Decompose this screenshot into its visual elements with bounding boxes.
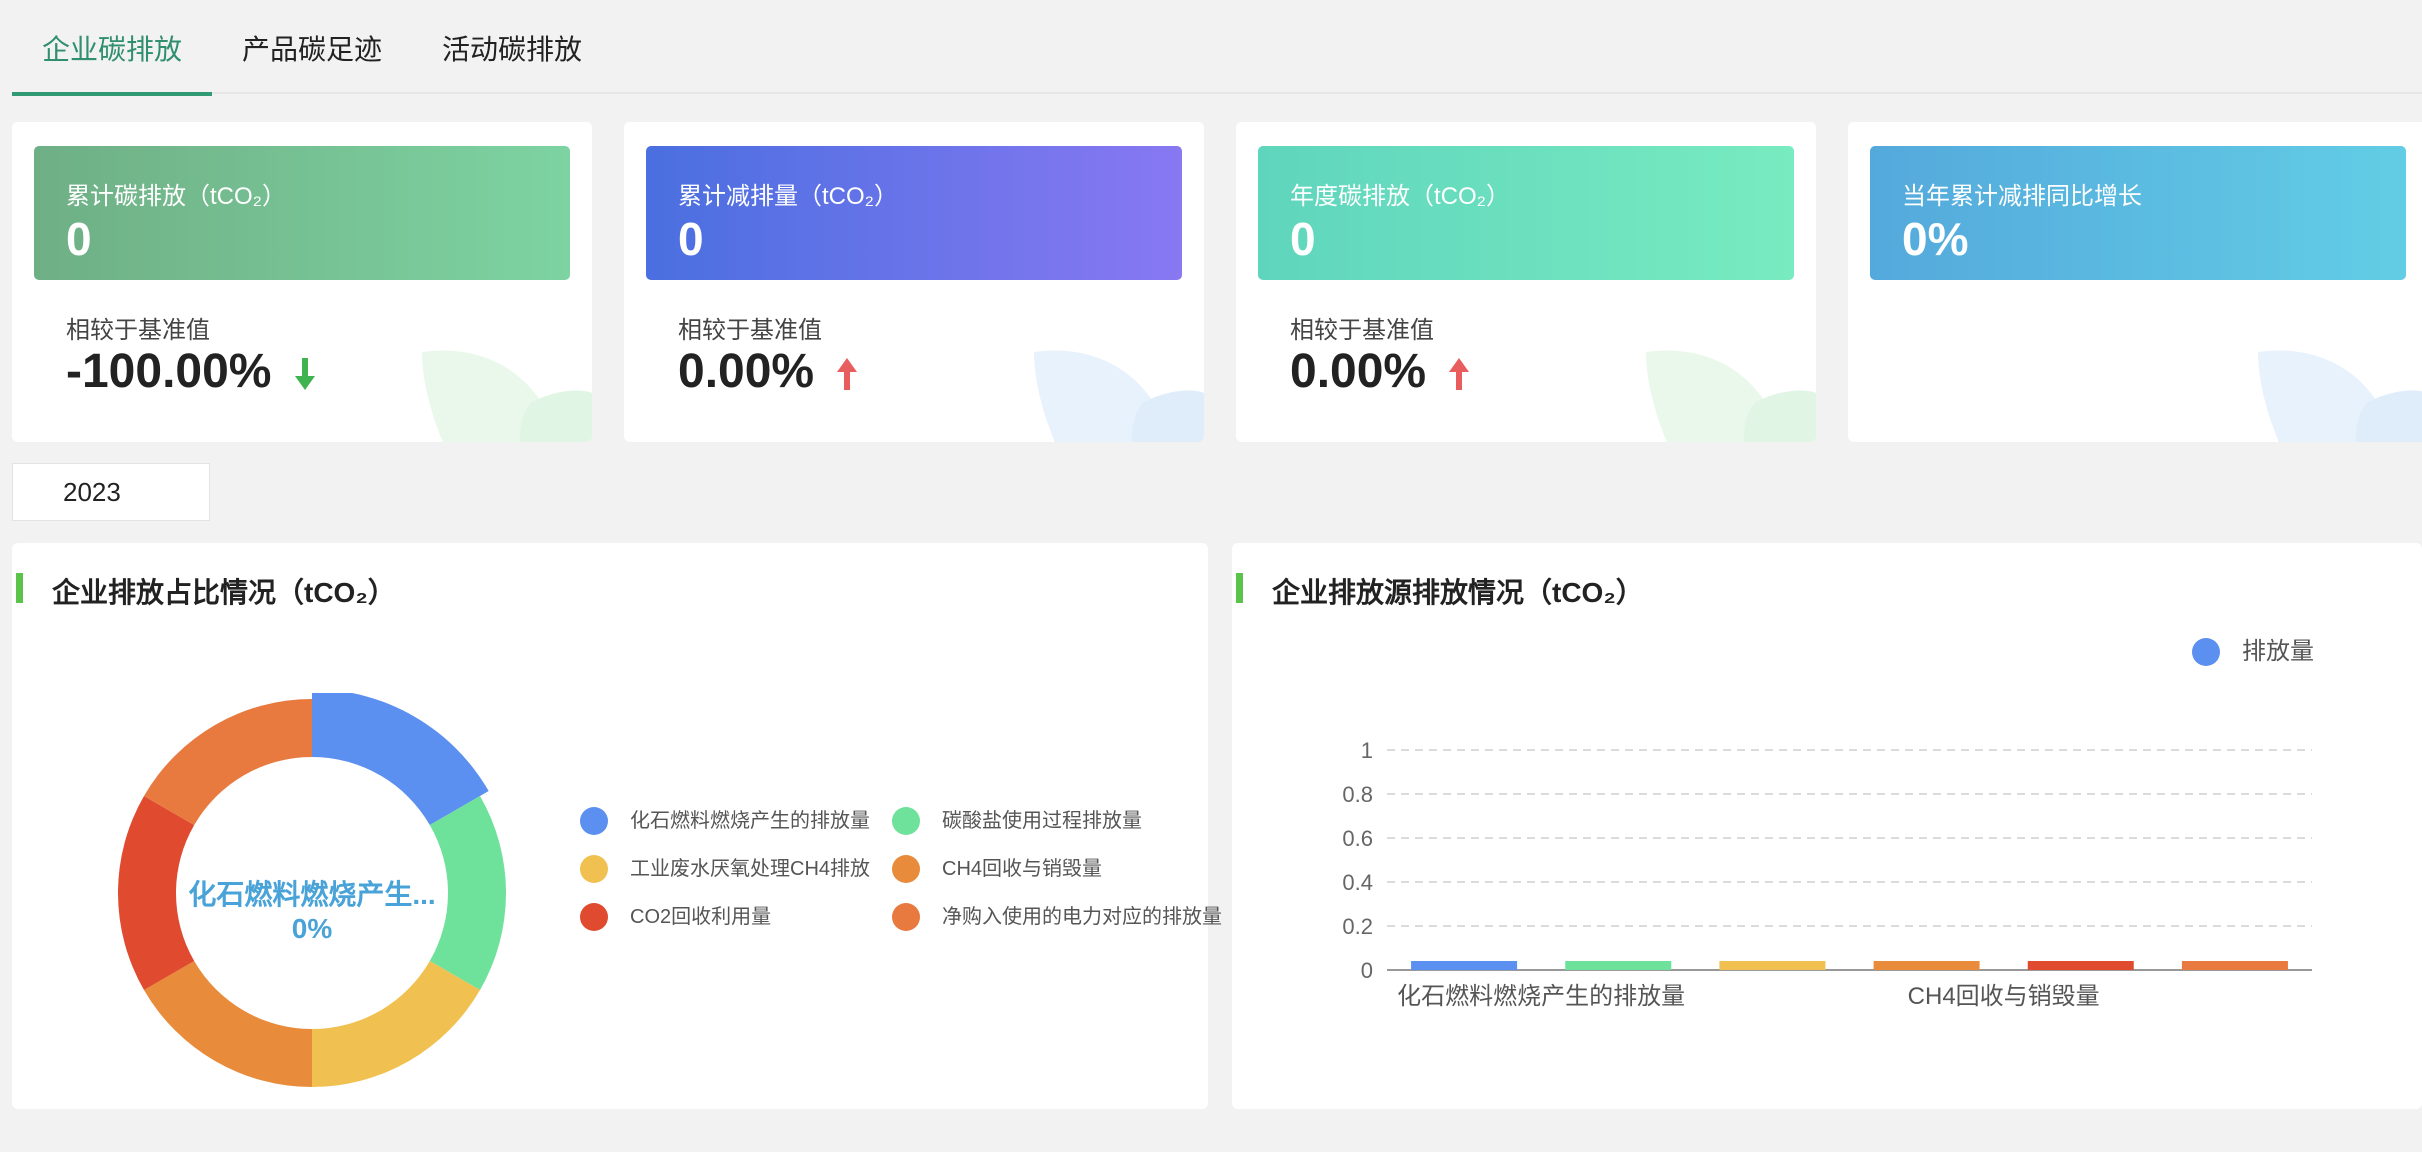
leaf-decoration-icon: [422, 350, 592, 442]
bar[interactable]: [1873, 961, 1980, 970]
bar[interactable]: [1411, 961, 1518, 970]
arrow-up-icon: [837, 358, 858, 391]
y-tick-label: 0: [1361, 958, 1373, 983]
kpi-card-header: 累计减排量（tCO₂） 0: [646, 146, 1182, 280]
bar-chart: 0 0.2 0.4 0.6 0.8 1 化石燃料燃烧产生的排放量 CH4回收与销毁量: [1342, 738, 2312, 1010]
kpi-card-cumulative-emission: 累计碳排放（tCO₂） 0 相较于基准值 -100.00%: [12, 122, 592, 442]
legend-dot-icon: [892, 855, 920, 883]
donut-legend-item[interactable]: CH4回收与销毁量: [892, 854, 1192, 884]
donut-legend-item[interactable]: CO2回收利用量: [580, 902, 880, 932]
kpi-percent: 0.00%: [1290, 345, 1427, 398]
donut-slice[interactable]: [312, 961, 481, 1087]
leaf-decoration-icon: [1646, 350, 1816, 442]
x-tick-label: 化石燃料燃烧产生的排放量: [1397, 983, 1685, 1010]
y-tick-label: 0.2: [1342, 914, 1373, 939]
donut-legend-item[interactable]: 碳酸盐使用过程排放量: [892, 806, 1192, 836]
legend-label: CO2回收利用量: [630, 906, 772, 928]
y-tick-label: 0.4: [1342, 870, 1373, 895]
legend-dot-icon: [580, 903, 608, 931]
x-tick-label: CH4回收与销毁量: [1908, 983, 2100, 1010]
donut-legend-item[interactable]: 工业废水厌氧处理CH4排放: [580, 854, 880, 884]
legend-dot-icon: [580, 807, 608, 835]
kpi-percent: -100.00%: [66, 345, 272, 398]
donut-center-value: 0%: [291, 913, 333, 944]
kpi-label: 累计碳排放（tCO₂）: [66, 183, 286, 210]
tab-enterprise-emission[interactable]: 企业碳排放: [12, 30, 213, 96]
kpi-sub-label: 相较于基准值: [66, 317, 210, 344]
legend-label: CH4回收与销毁量: [942, 858, 1103, 880]
emission-source-panel: 企业排放源排放情况（tCO₂） 排放量 0 0.2 0.4 0.6 0.8 1 化石燃料燃烧…: [1232, 543, 2422, 1109]
kpi-value: 0: [678, 213, 704, 265]
kpi-label: 累计减排量（tCO₂）: [678, 183, 898, 210]
emission-share-panel: 企业排放占比情况（tCO₂） 化石燃料燃烧产生... 0% 化石燃料燃烧产生的排…: [12, 543, 1222, 1109]
arrow-down-icon: [294, 358, 315, 391]
legend-label: 工业废水厌氧处理CH4排放: [630, 858, 871, 880]
legend-dot-icon: [892, 807, 920, 835]
bar[interactable]: [1719, 961, 1826, 970]
legend-label: 碳酸盐使用过程排放量: [942, 810, 1142, 832]
kpi-card-yoy-reduction-growth: 当年累计减排同比增长 0%: [1848, 122, 2422, 442]
donut-center-label: 化石燃料燃烧产生... 0%: [162, 873, 462, 945]
legend-dot-icon: [580, 855, 608, 883]
tab-bar: 企业碳排放 产品碳足迹 活动碳排放: [12, 0, 2422, 96]
donut-legend-item[interactable]: 化石燃料燃烧产生的排放量: [580, 806, 880, 836]
kpi-percent-row: 0.00%: [678, 344, 859, 399]
legend-label: 净购入使用的电力对应的排放量: [942, 906, 1222, 928]
leaf-decoration-icon: [1034, 350, 1204, 442]
kpi-card-header: 当年累计减排同比增长 0%: [1870, 146, 2406, 280]
y-tick-label: 0.6: [1342, 826, 1373, 851]
kpi-percent-row: 0.00%: [1290, 344, 1471, 399]
tab-product-footprint[interactable]: 产品碳足迹: [212, 30, 412, 92]
kpi-value: 0: [1290, 213, 1316, 265]
kpi-card-cumulative-reduction: 累计减排量（tCO₂） 0 相较于基准值 0.00%: [624, 122, 1204, 442]
kpi-sub-label: 相较于基准值: [1290, 317, 1434, 344]
legend-label: 化石燃料燃烧产生的排放量: [630, 810, 870, 832]
kpi-value: 0%: [1902, 213, 1969, 265]
kpi-label: 年度碳排放（tCO₂）: [1290, 183, 1510, 210]
y-tick-label: 1: [1361, 738, 1373, 763]
year-selector[interactable]: 2023: [12, 463, 210, 521]
kpi-card-header: 累计碳排放（tCO₂） 0: [34, 146, 570, 280]
kpi-card-header: 年度碳排放（tCO₂） 0: [1258, 146, 1794, 280]
bar[interactable]: [1565, 961, 1672, 970]
leaf-decoration-icon: [2258, 350, 2422, 442]
bar[interactable]: [2181, 961, 2288, 970]
title-accent-bar: [16, 573, 23, 603]
y-tick-label: 0.8: [1342, 782, 1373, 807]
bar[interactable]: [2027, 961, 2134, 970]
kpi-value: 0: [66, 213, 92, 265]
kpi-card-annual-emission: 年度碳排放（tCO₂） 0 相较于基准值 0.00%: [1236, 122, 1816, 442]
arrow-up-icon: [1449, 358, 1470, 391]
panel-title: 企业排放占比情况（tCO₂）: [52, 577, 396, 608]
donut-slice[interactable]: [143, 699, 312, 825]
donut-center-name: 化石燃料燃烧产生...: [188, 879, 436, 910]
donut-slice[interactable]: [312, 693, 489, 825]
kpi-percent: 0.00%: [678, 345, 815, 398]
kpi-percent-row: -100.00%: [66, 344, 317, 399]
kpi-label: 当年累计减排同比增长: [1902, 183, 2142, 210]
donut-slice[interactable]: [143, 961, 312, 1087]
tab-activity-emission[interactable]: 活动碳排放: [412, 30, 612, 92]
kpi-sub-label: 相较于基准值: [678, 317, 822, 344]
legend-dot-icon: [892, 903, 920, 931]
donut-legend-item[interactable]: 净购入使用的电力对应的排放量: [892, 902, 1222, 932]
